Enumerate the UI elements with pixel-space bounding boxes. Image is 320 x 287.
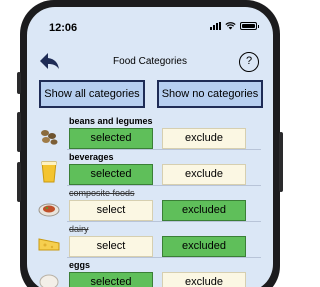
status-icons <box>210 22 259 30</box>
dairy-icon <box>38 238 60 251</box>
status-time: 12:06 <box>49 22 78 34</box>
category-row: dairy select excluded <box>33 222 269 258</box>
exclude-button[interactable]: exclude <box>162 164 246 185</box>
select-button[interactable]: selected <box>69 128 153 149</box>
category-name: beverages <box>69 152 114 162</box>
beans-icon <box>41 130 58 145</box>
phone-side-button <box>17 162 21 202</box>
exclude-button[interactable]: exclude <box>162 272 246 287</box>
select-button[interactable]: select <box>69 200 153 221</box>
exclude-button[interactable]: excluded <box>162 200 246 221</box>
category-row: eggs selected exclude <box>33 258 269 287</box>
select-button[interactable]: select <box>69 236 153 257</box>
select-button[interactable]: selected <box>69 272 153 287</box>
help-icon[interactable]: ? <box>239 52 259 72</box>
category-name: beans and legumes <box>69 116 153 126</box>
exclude-button[interactable]: excluded <box>162 236 246 257</box>
category-list: beans and legumes selected exclude bever… <box>33 114 269 287</box>
category-name: composite foods <box>69 188 135 198</box>
category-name: dairy <box>69 224 89 234</box>
show-all-categories-button[interactable]: Show all categories <box>39 80 145 108</box>
category-name: eggs <box>69 260 91 270</box>
beverage-icon <box>41 161 57 183</box>
phone-side-button <box>279 132 283 192</box>
category-row: composite foods select excluded <box>33 186 269 222</box>
phone-side-button <box>17 112 21 152</box>
category-row: beans and legumes selected exclude <box>33 114 269 150</box>
battery-icon <box>240 22 259 30</box>
show-no-categories-button[interactable]: Show no categories <box>157 80 263 108</box>
select-button[interactable]: selected <box>69 164 153 185</box>
egg-icon <box>39 274 59 287</box>
phone-side-button <box>17 72 21 94</box>
signal-icon <box>210 22 221 30</box>
status-bar: 12:06 <box>27 7 273 43</box>
composite-food-icon <box>38 203 60 217</box>
category-row: beverages selected exclude <box>33 150 269 186</box>
page-title: Food Categories <box>113 56 187 67</box>
navbar: Food Categories ? <box>27 47 273 77</box>
screen: 12:06 Food Categories ? Show all categor… <box>27 7 273 287</box>
exclude-button[interactable]: exclude <box>162 128 246 149</box>
wifi-icon <box>225 22 236 30</box>
